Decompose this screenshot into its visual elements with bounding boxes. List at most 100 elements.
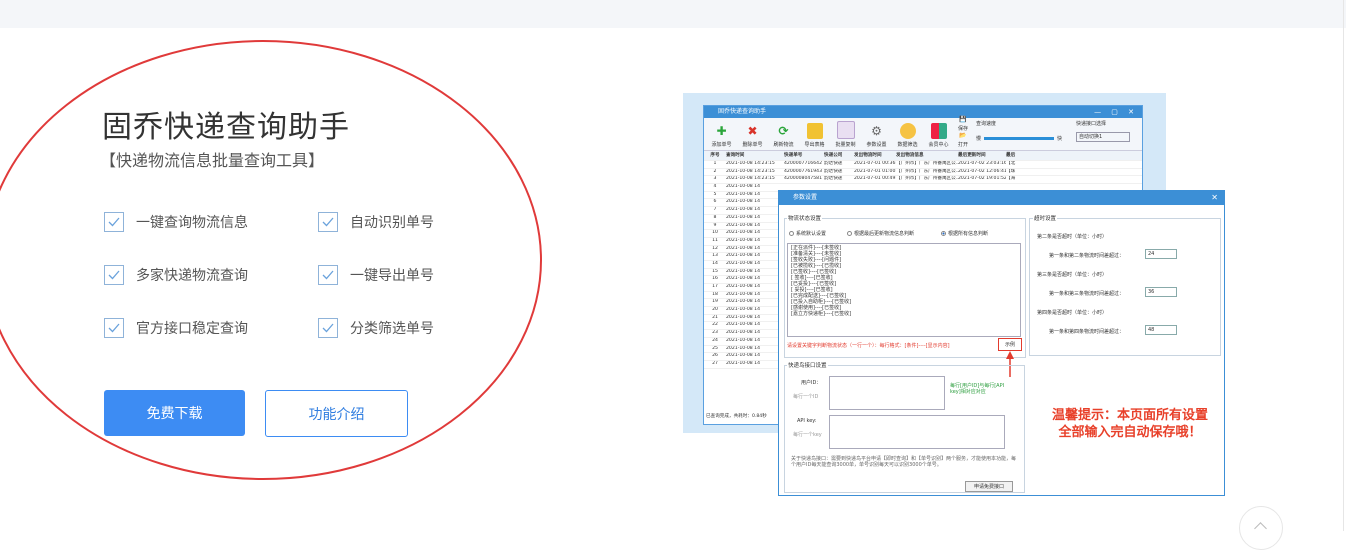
tool-delete: ✖ 删除单号 <box>737 123 768 150</box>
column-header: 快递公司 <box>824 153 843 158</box>
table-cell: 11 <box>712 237 718 243</box>
feature-item: 自动识别单号 <box>318 212 434 232</box>
vip-icon <box>930 123 947 139</box>
table-cell: 25 <box>712 345 718 351</box>
speed-slider <box>984 137 1055 140</box>
table-cell: 17 <box>712 284 718 289</box>
table-cell: 26 <box>712 353 718 359</box>
table-cell: 21 <box>712 314 718 320</box>
table-cell: 2021-10-08 14 <box>726 337 761 343</box>
timeout-heading-text: 第三条是否超时 <box>1037 272 1073 278</box>
radio-label: 系统默认设置 <box>796 231 827 237</box>
status-bar: 已查询完成，共耗时：0.84秒 <box>706 414 767 419</box>
table-cell: 3 <box>713 176 717 182</box>
timeout-heading-text: 第四条是否超时 <box>1037 310 1073 316</box>
table-cell: 24 <box>712 337 718 343</box>
table-cell: 2021-10-08 14 <box>726 191 761 197</box>
table-cell: 19 <box>712 299 718 305</box>
check-icon <box>104 318 124 338</box>
table-cell: 2021-10-08 14 <box>726 268 761 274</box>
page-edge-divider <box>1343 0 1344 531</box>
table-cell: 2021-10-08 14 <box>726 276 761 282</box>
timeout-unit: （单位：小时） <box>1072 272 1108 278</box>
table-cell: 2021-07-01 01:00:32 <box>854 168 896 174</box>
timeout-input-3[interactable]: 36 <box>1145 287 1177 297</box>
feature-label: 分类筛选单号 <box>350 321 434 337</box>
radio-label: 根据最后更新物流信息判断 <box>854 231 915 237</box>
user-id-textarea[interactable] <box>829 376 945 410</box>
table-cell: 8 <box>713 214 717 220</box>
radio-label: 根据所有信息判断 <box>948 231 989 237</box>
table-cell: 2021-10-08 14:23:15 <box>726 161 775 166</box>
interface-label: 快递接口选择 <box>1076 121 1107 127</box>
table-row[interactable]: 2 2021-10-08 14:23:15 4200007761943 韵达快递 202… <box>704 169 1142 177</box>
table-cell: 2021-07-02 23:03:16 <box>958 161 1006 166</box>
table-cell: 2021-10-08 14 <box>726 207 761 213</box>
table-cell: 2021-10-08 14 <box>726 245 761 251</box>
table-cell: 18 <box>712 291 718 297</box>
save-warning: 温馨提示：本页面所有设置 全部输入完自动保存哦！ <box>1042 407 1218 441</box>
feature-intro-button[interactable]: 功能介绍 <box>265 390 408 437</box>
tool-settings: ⚙ 参数设置 <box>861 123 892 150</box>
radio-icon <box>789 231 794 236</box>
table-cell: 7 <box>713 207 717 213</box>
timeout-label: 第一条和第三条物流时间差超过： <box>1049 291 1125 297</box>
column-header: 最后更新时间 <box>958 153 986 158</box>
table-cell: 4 <box>713 184 717 190</box>
feature-item: 一键导出单号 <box>318 265 434 285</box>
timeout-unit: （单位：小时） <box>1072 234 1108 240</box>
table-cell: 14 <box>712 260 718 266</box>
table-cell: 22 <box>712 322 718 328</box>
table-cell: 10 <box>712 230 718 236</box>
open-icon: 📂 <box>959 132 967 139</box>
table-cell: 2021-10-08 14 <box>726 353 761 359</box>
feature-item: 官方接口稳定查询 <box>104 318 248 338</box>
tool-refresh: ⟳ 刷新物流 <box>768 123 799 150</box>
timeout-input-4[interactable]: 48 <box>1145 325 1177 335</box>
table-cell: 【广州市】广东广州番禺区公... <box>896 161 958 166</box>
table-cell: 13 <box>712 253 718 259</box>
example-button[interactable]: 示例 <box>998 338 1022 351</box>
table-cell: 2021-10-08 14 <box>726 314 761 320</box>
apply-free-api-button[interactable]: 申请免费接口 <box>965 481 1013 492</box>
table-row[interactable]: 1 2021-10-08 14:23:15 4200007716642 韵达快递 202… <box>704 161 1142 169</box>
tool-vip: 会员中心 <box>923 123 954 150</box>
api-key-label: API key: <box>797 418 817 424</box>
tool-save: 💾 保存 📂 打开 <box>954 116 972 150</box>
table-cell: 16 <box>712 276 718 282</box>
api-key-textarea[interactable] <box>829 415 1005 449</box>
close-icon[interactable]: ✕ <box>1211 191 1218 205</box>
gear-icon: ⚙ <box>871 124 882 138</box>
radio-last-update[interactable]: 根据最后更新物流信息判断 <box>847 230 914 237</box>
table-cell: 【珠 <box>1006 168 1016 174</box>
column-header: 最后 <box>1006 153 1016 158</box>
timeout-input-2[interactable]: 24 <box>1145 249 1177 259</box>
table-cell: 2021-10-08 14 <box>726 360 761 366</box>
feature-label: 一键导出单号 <box>350 268 434 284</box>
status-keyword-textarea[interactable]: [正在派件]----[未签收] [准备清关]----[未签收] [签收失败]----… <box>787 243 1021 337</box>
interface-panel: 快递接口选择 自动切换1 <box>1076 120 1142 148</box>
free-download-button[interactable]: 免费下载 <box>104 390 245 436</box>
radio-default[interactable]: 系统默认设置 <box>789 230 826 237</box>
radio-all-info[interactable]: 根据所有信息判断 <box>941 230 988 237</box>
page-subtitle: 【快递物流信息批量查询工具】 <box>100 151 325 170</box>
table-cell: 【广州市】广东广州番禺区公... <box>896 168 958 174</box>
feature-label: 一键查询物流信息 <box>136 215 248 231</box>
table-cell: 9 <box>713 222 717 228</box>
back-to-top-button[interactable] <box>1239 506 1283 550</box>
table-cell: 12 <box>712 245 718 251</box>
delete-x-icon: ✖ <box>747 124 758 138</box>
top-band <box>0 0 1346 28</box>
api-note: 关于快递鸟接口：需要到快递鸟平台申请【即时查询】和【单号识别】两个服务，才能使用… <box>791 456 1017 468</box>
table-row[interactable]: 3 2021-10-08 14:23:15 4200008047581 韵达快递 202… <box>704 176 1142 185</box>
tool-label: 添加单号 <box>711 142 732 148</box>
table-cell: 2021-10-08 14 <box>726 199 761 205</box>
tool-filter: 数据筛选 <box>892 123 923 150</box>
feature-label: 官方接口稳定查询 <box>136 321 248 337</box>
copy-icon <box>836 121 855 139</box>
table-cell: 2021-07-01 00:49:58 <box>854 176 896 182</box>
interface-select: 自动切换1 <box>1076 132 1130 142</box>
tool-add: ✚ 添加单号 <box>706 123 737 150</box>
tool-label: 保存 <box>957 126 968 132</box>
table-cell: 2021-10-08 14 <box>726 214 761 220</box>
